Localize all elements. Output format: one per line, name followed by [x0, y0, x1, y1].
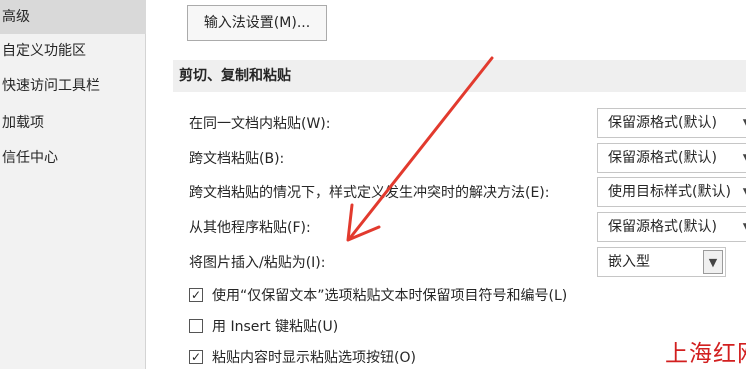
show-paste-options-checkbox[interactable]: ✓ [189, 350, 203, 364]
paste-from-other-programs-label: 从其他程序粘贴(F): [189, 220, 311, 236]
paste-within-document-label: 在同一文档内粘贴(W): [189, 116, 331, 132]
options-main-panel: 输入法设置(M)... 剪切、复制和粘贴 在同一文档内粘贴(W): 保留源格式(… [146, 0, 746, 369]
chevron-down-icon[interactable]: ▼ [703, 250, 723, 274]
paste-between-documents-value: 保留源格式(默认) [608, 150, 717, 166]
ime-settings-button[interactable]: 输入法设置(M)... [187, 5, 327, 41]
insert-key-paste-label: 用 Insert 键粘贴(U) [212, 319, 339, 335]
insert-paste-pictures-label: 将图片插入/粘贴为(I): [189, 255, 326, 271]
insert-key-paste-checkbox[interactable] [189, 319, 203, 333]
watermark-text: 上海红网 [665, 341, 746, 367]
options-sidebar: 高级 自定义功能区 快速访问工具栏 加载项 信任中心 [0, 0, 147, 369]
sidebar-item-customize-ribbon[interactable]: 自定义功能区 [0, 34, 147, 68]
style-conflict-value: 使用目标样式(默认) [608, 184, 731, 200]
sidebar-item-trust-center[interactable]: 信任中心 [0, 141, 147, 175]
insert-paste-pictures-value: 嵌入型 [608, 254, 650, 270]
paste-within-document-select[interactable]: 保留源格式(默认) ▼ [597, 108, 746, 138]
paste-within-document-value: 保留源格式(默认) [608, 115, 717, 131]
sidebar-item-add-ins[interactable]: 加载项 [0, 106, 147, 140]
sidebar-item-quick-access-toolbar[interactable]: 快速访问工具栏 [0, 69, 147, 103]
style-conflict-select[interactable]: 使用目标样式(默认) ▼ [597, 177, 746, 207]
paste-from-other-programs-value: 保留源格式(默认) [608, 219, 717, 235]
paste-from-other-programs-select[interactable]: 保留源格式(默认) ▼ [597, 212, 746, 242]
section-title-cut-copy-paste: 剪切、复制和粘贴 [173, 60, 746, 92]
insert-paste-pictures-select[interactable]: 嵌入型 ▼ [597, 247, 726, 277]
keep-bullets-label: 使用“仅保留文本”选项粘贴文本时保留项目符号和编号(L) [212, 288, 568, 304]
show-paste-options-label: 粘贴内容时显示粘贴选项按钮(O) [212, 350, 416, 366]
paste-between-documents-label: 跨文档粘贴(B): [189, 151, 285, 167]
sidebar-item-advanced[interactable]: 高级 [0, 0, 147, 34]
paste-between-documents-select[interactable]: 保留源格式(默认) ▼ [597, 143, 746, 173]
style-conflict-label: 跨文档粘贴的情况下，样式定义发生冲突时的解决方法(E): [189, 185, 550, 201]
keep-bullets-checkbox[interactable]: ✓ [189, 288, 203, 302]
